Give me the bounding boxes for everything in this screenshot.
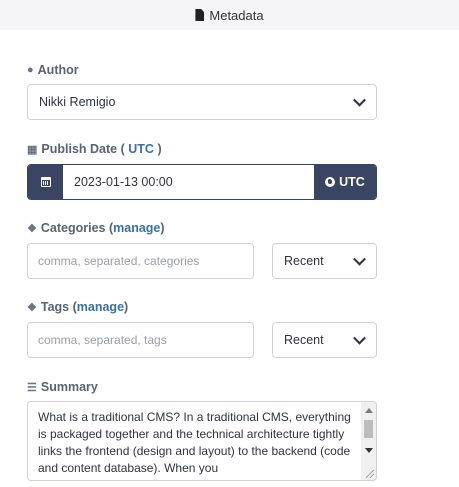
tags-label: ❖ Tags (manage) bbox=[27, 300, 129, 314]
author-label: ● Author bbox=[27, 63, 79, 77]
categories-input[interactable]: comma, separated, categories bbox=[27, 243, 254, 279]
user-icon: ● bbox=[27, 64, 34, 76]
chevron-down-icon bbox=[353, 252, 366, 266]
author-select[interactable]: Nikki Remigio bbox=[27, 84, 377, 120]
metadata-title: Metadata bbox=[209, 7, 264, 23]
scrollbar[interactable] bbox=[361, 402, 376, 480]
tags-icon: ❖ bbox=[27, 222, 37, 235]
author-value: Nikki Remigio bbox=[39, 95, 116, 109]
categories-label: ❖ Categories (manage) bbox=[27, 221, 165, 235]
summary-text: What is a traditional CMS? In a traditio… bbox=[38, 410, 351, 475]
summary-textarea[interactable]: What is a traditional CMS? In a traditio… bbox=[27, 401, 377, 481]
utc-button[interactable]: UTC bbox=[314, 165, 376, 199]
categories-manage-link[interactable]: manage bbox=[113, 221, 160, 235]
file-icon bbox=[195, 9, 205, 21]
publish-date-label: ▦ Publish Date ( UTC ) bbox=[27, 142, 162, 156]
categories-sort-select[interactable]: Recent bbox=[272, 243, 377, 279]
calendar-button[interactable] bbox=[28, 165, 63, 199]
scroll-down-icon[interactable] bbox=[365, 448, 373, 453]
globe-icon bbox=[325, 177, 336, 187]
tags-sort-select[interactable]: Recent bbox=[272, 322, 377, 358]
summary-label: ☰ Summary bbox=[27, 380, 98, 394]
metadata-header: Metadata bbox=[0, 0, 459, 30]
calendar-icon bbox=[40, 177, 51, 187]
calendar-icon: ▦ bbox=[27, 143, 38, 156]
publish-date-input[interactable]: 2023-01-13 00:00 bbox=[63, 165, 314, 199]
list-icon: ☰ bbox=[27, 381, 37, 394]
tags-icon: ❖ bbox=[27, 301, 37, 314]
chevron-down-icon bbox=[353, 93, 366, 107]
tags-input[interactable]: comma, separated, tags bbox=[27, 322, 254, 358]
scroll-up-icon[interactable] bbox=[365, 408, 373, 413]
chevron-down-icon bbox=[353, 331, 366, 345]
scroll-thumb[interactable] bbox=[364, 420, 373, 438]
utc-link[interactable]: UTC bbox=[128, 142, 154, 156]
tags-manage-link[interactable]: manage bbox=[77, 300, 124, 314]
resize-handle-icon[interactable] bbox=[366, 470, 374, 478]
publish-date-group: 2023-01-13 00:00 UTC bbox=[27, 164, 377, 200]
